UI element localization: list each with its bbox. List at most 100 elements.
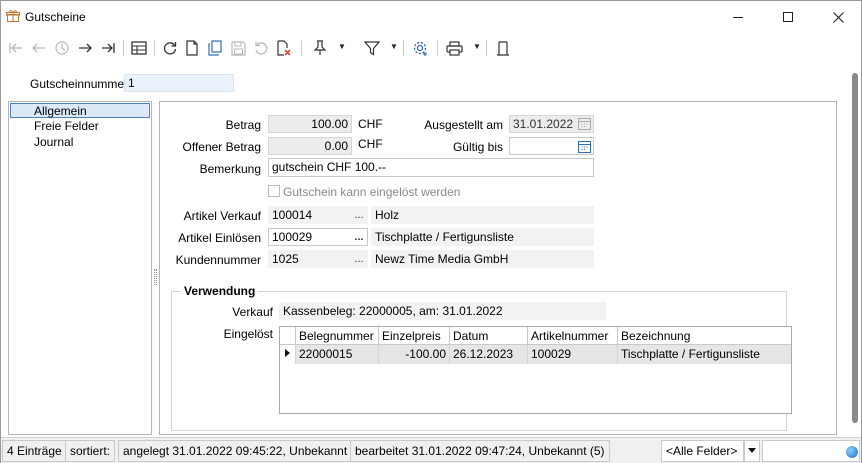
betrag-input[interactable]: 100.00 bbox=[268, 115, 352, 133]
delete-document-icon bbox=[277, 40, 291, 56]
pin-icon bbox=[313, 40, 327, 55]
toolbar: ▼ ▼ ▼ bbox=[1, 34, 861, 62]
einloesbar-checkbox[interactable] bbox=[268, 185, 280, 197]
table-cell-belegnummer[interactable]: 22000015 bbox=[296, 345, 379, 364]
column-header-belegnummer[interactable]: Belegnummer bbox=[296, 327, 379, 345]
table-icon bbox=[131, 41, 147, 55]
delete-record-button[interactable] bbox=[274, 38, 294, 58]
printer-icon bbox=[445, 40, 463, 56]
pin-dropdown-arrow[interactable]: ▼ bbox=[338, 42, 346, 51]
main-window: Gutscheine ▼ ▼ ▼ Gutscheinnummer 1 Allge… bbox=[0, 0, 862, 463]
calendar-icon[interactable] bbox=[578, 117, 591, 130]
nav-item-journal[interactable]: Journal bbox=[10, 135, 150, 150]
gear-icon bbox=[413, 41, 427, 56]
toolbar-separator bbox=[437, 40, 438, 56]
arrow-left-icon bbox=[32, 43, 45, 53]
splitter-handle[interactable] bbox=[154, 269, 157, 285]
gutscheinnummer-input[interactable]: 1 bbox=[124, 74, 234, 92]
field-filter-value: <Alle Felder> bbox=[666, 444, 738, 458]
verkauf-label: Verkauf bbox=[232, 305, 273, 319]
last-record-button[interactable] bbox=[98, 38, 118, 58]
column-header-bezeichnung[interactable]: Bezeichnung bbox=[618, 327, 791, 345]
offener-betrag-currency: CHF bbox=[358, 137, 383, 151]
new-document-icon bbox=[186, 40, 198, 56]
close-button[interactable] bbox=[815, 1, 861, 33]
navigation-list: Allgemein Freie Felder Journal bbox=[8, 101, 152, 435]
copy-record-button[interactable] bbox=[205, 38, 225, 58]
eingeloest-table[interactable]: Belegnummer Einzelpreis Datum Artikelnum… bbox=[279, 326, 792, 414]
offener-betrag-label: Offener Betrag bbox=[182, 140, 262, 154]
toolbar-separator bbox=[301, 40, 302, 56]
nav-item-allgemein[interactable]: Allgemein bbox=[10, 103, 150, 118]
table-header-corner bbox=[280, 327, 296, 345]
first-record-button[interactable] bbox=[6, 38, 26, 58]
bemerkung-input[interactable]: gutschein CHF 100.-- bbox=[268, 158, 594, 177]
filter-icon bbox=[364, 40, 380, 56]
status-edited: bearbeitet 31.01.2022 09:47:24, Unbekann… bbox=[350, 440, 610, 462]
history-icon bbox=[55, 41, 69, 55]
ausgestellt-value: 31.01.2022 bbox=[513, 117, 574, 131]
artikel-einloesen-label: Artikel Einlösen bbox=[178, 231, 261, 245]
refresh-button[interactable] bbox=[160, 38, 180, 58]
column-header-datum[interactable]: Datum bbox=[450, 327, 528, 345]
history-button[interactable] bbox=[52, 38, 72, 58]
table-cell-bezeichnung[interactable]: Tischplatte / Fertigunsliste bbox=[618, 345, 791, 364]
nav-item-freie-felder[interactable]: Freie Felder bbox=[10, 119, 150, 134]
layout-button[interactable] bbox=[493, 38, 513, 58]
toolbar-separator bbox=[403, 40, 404, 56]
row-indicator[interactable] bbox=[280, 345, 296, 364]
column-header-einzelpreis[interactable]: Einzelpreis bbox=[379, 327, 450, 345]
pin-button[interactable] bbox=[310, 38, 330, 58]
print-dropdown-arrow[interactable]: ▼ bbox=[473, 42, 481, 51]
window-title: Gutscheine bbox=[25, 10, 86, 24]
table-cell-datum[interactable]: 26.12.2023 bbox=[450, 345, 528, 364]
vertical-scrollbar[interactable] bbox=[849, 63, 861, 436]
kundennummer-description: Newz Time Media GmbH bbox=[371, 250, 594, 268]
previous-record-button[interactable] bbox=[29, 38, 49, 58]
artikel-verkauf-lookup-button[interactable]: ... bbox=[350, 206, 368, 224]
offener-betrag-input[interactable]: 0.00 bbox=[268, 137, 352, 155]
scrollbar-thumb[interactable] bbox=[852, 73, 858, 423]
verwendung-title: Verwendung bbox=[181, 284, 259, 298]
calendar-icon[interactable] bbox=[578, 140, 591, 153]
verkauf-value: Kassenbeleg: 22000005, am: 31.01.2022 bbox=[279, 302, 606, 320]
settings-button[interactable] bbox=[410, 38, 430, 58]
column-header-artikelnummer[interactable]: Artikelnummer bbox=[528, 327, 618, 345]
search-input[interactable] bbox=[762, 440, 860, 462]
artikel-einloesen-lookup-button[interactable]: ... bbox=[350, 228, 368, 246]
print-button[interactable] bbox=[444, 38, 464, 58]
filter-button[interactable] bbox=[362, 38, 382, 58]
copy-icon bbox=[208, 40, 222, 56]
status-bar: 4 Einträge sortiert: angelegt 31.01.2022… bbox=[1, 437, 861, 463]
gueltig-label: Gültig bis bbox=[452, 140, 503, 154]
undo-button[interactable] bbox=[251, 38, 271, 58]
gutscheinnummer-label: Gutscheinnummer bbox=[30, 77, 129, 91]
bemerkung-label: Bemerkung bbox=[199, 162, 261, 176]
table-cell-einzelpreis[interactable]: -100.00 bbox=[379, 345, 450, 364]
toolbar-separator bbox=[154, 40, 155, 56]
maximize-icon bbox=[783, 12, 793, 22]
status-created: angelegt 31.01.2022 09:45:22, Unbekannt … bbox=[118, 440, 371, 462]
first-record-icon bbox=[9, 43, 22, 53]
last-record-icon bbox=[102, 43, 115, 53]
table-view-button[interactable] bbox=[129, 38, 149, 58]
kundennummer-lookup-button[interactable]: ... bbox=[350, 250, 368, 268]
chevron-down-icon bbox=[748, 448, 756, 453]
filter-dropdown-arrow[interactable]: ▼ bbox=[390, 42, 398, 51]
field-filter-dropdown-button[interactable] bbox=[744, 440, 760, 462]
minimize-button[interactable] bbox=[715, 1, 761, 33]
save-icon bbox=[230, 40, 246, 56]
new-record-button[interactable] bbox=[182, 38, 202, 58]
row-pointer-icon bbox=[285, 349, 290, 357]
maximize-button[interactable] bbox=[765, 1, 811, 33]
next-record-button[interactable] bbox=[75, 38, 95, 58]
field-filter-select[interactable]: <Alle Felder> bbox=[661, 440, 744, 462]
save-button[interactable] bbox=[228, 38, 248, 58]
betrag-label: Betrag bbox=[225, 118, 261, 132]
betrag-currency: CHF bbox=[358, 117, 383, 131]
globe-icon[interactable] bbox=[846, 446, 858, 458]
gift-icon bbox=[6, 9, 20, 23]
arrow-right-icon bbox=[79, 43, 92, 53]
toolbar-separator bbox=[486, 40, 487, 56]
table-cell-artikelnummer[interactable]: 100029 bbox=[528, 345, 618, 364]
